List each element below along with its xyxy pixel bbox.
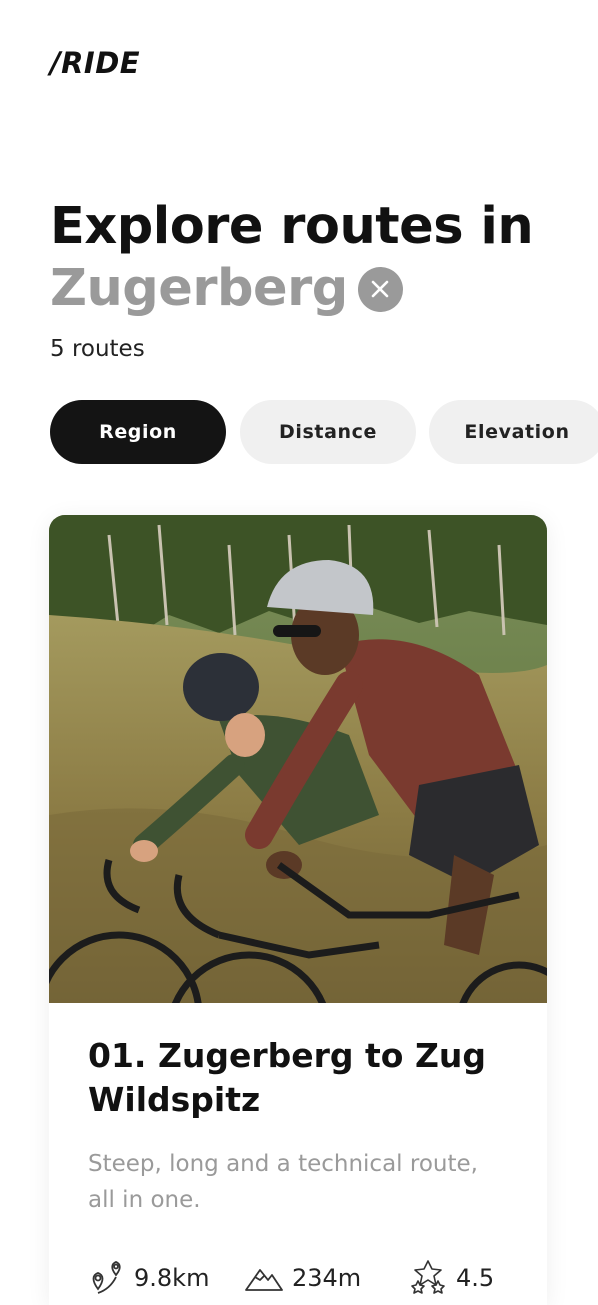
location-name: Zugerberg — [50, 259, 348, 318]
filter-chip-elevation[interactable]: Elevation — [429, 400, 598, 464]
route-stats: 9.8km 234m 4.5 — [88, 1258, 548, 1298]
page-title: Explore routes in Zugerberg — [50, 196, 570, 320]
clear-location-button[interactable] — [357, 266, 403, 312]
route-photo — [49, 515, 547, 1003]
route-count: 5 routes — [50, 336, 145, 362]
stat-rating: 4.5 — [408, 1258, 494, 1298]
location-row: Zugerberg — [50, 258, 570, 320]
stars-icon — [411, 1260, 445, 1294]
route-pin-icon — [92, 1261, 121, 1294]
close-icon — [371, 280, 389, 298]
route-title[interactable]: 01. Zugerberg to Zug Wildspitz — [88, 1034, 518, 1122]
distance-value: 9.8km — [134, 1264, 210, 1292]
mountain-icon — [245, 1269, 283, 1291]
filter-chip-region[interactable]: Region — [50, 400, 226, 464]
stat-elevation: 234m — [244, 1258, 361, 1298]
rating-value: 4.5 — [456, 1264, 495, 1292]
title-line: Explore routes in — [50, 197, 534, 256]
app-logo[interactable]: /RIDE — [50, 46, 140, 80]
filter-chips: Region Distance Elevation — [50, 400, 598, 464]
elevation-value: 234m — [292, 1264, 362, 1292]
stat-distance: 9.8km — [88, 1258, 209, 1298]
filter-chip-distance[interactable]: Distance — [240, 400, 416, 464]
route-description: Steep, long and a technical route, all i… — [88, 1151, 478, 1213]
